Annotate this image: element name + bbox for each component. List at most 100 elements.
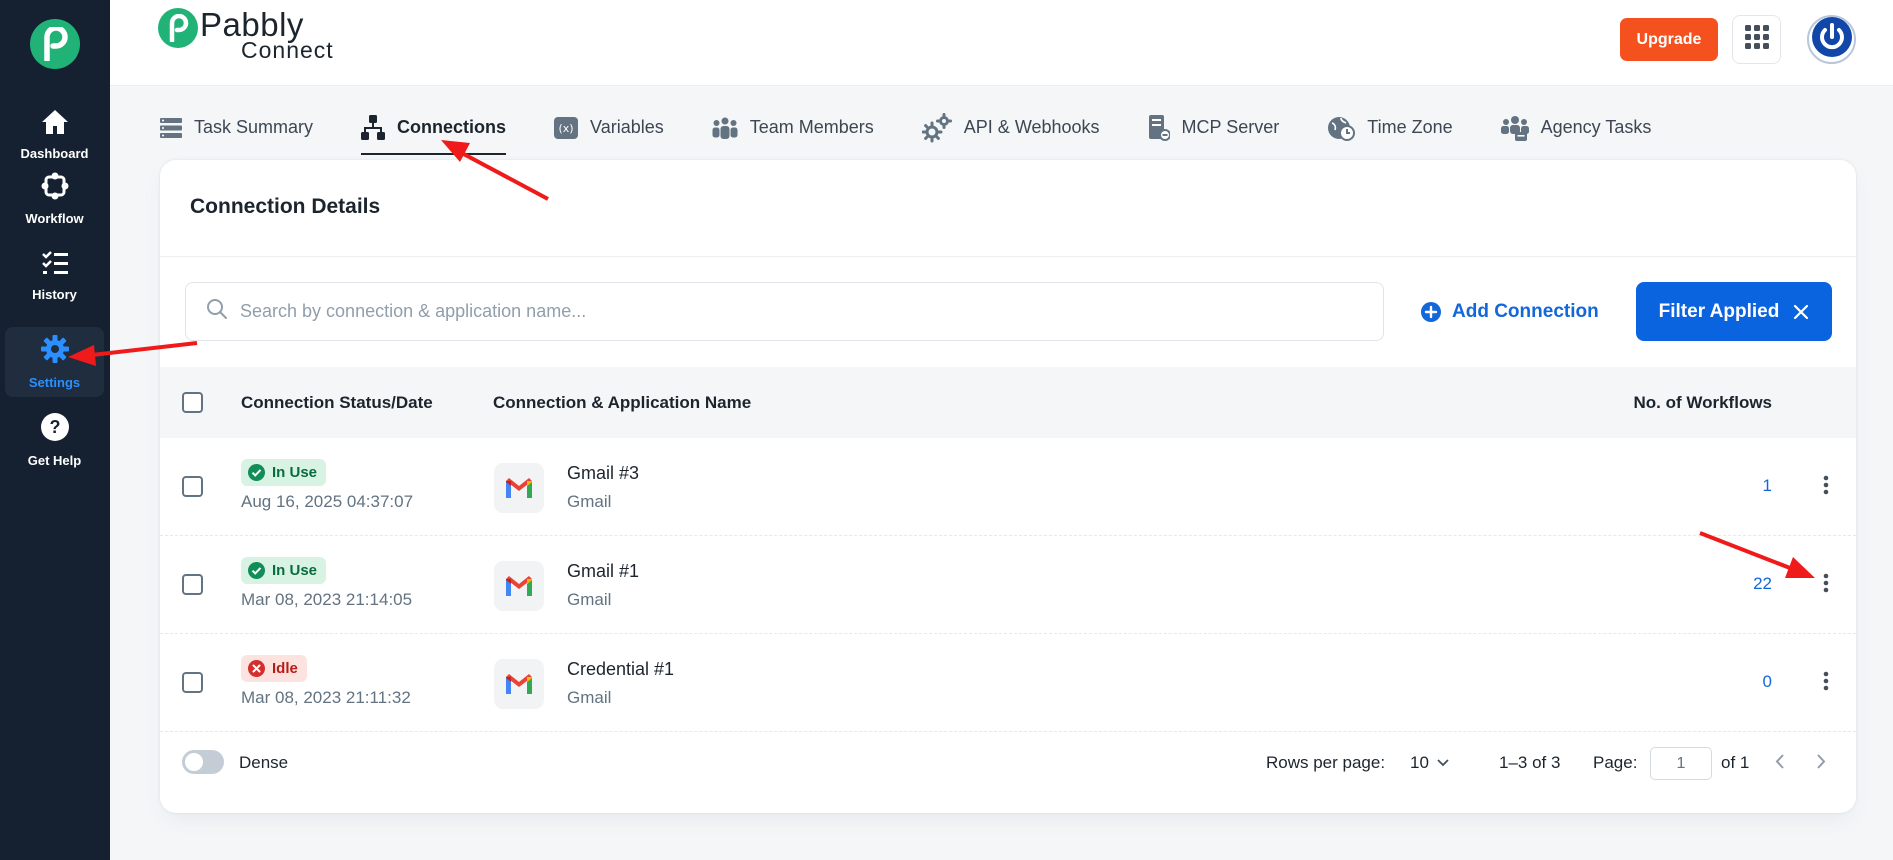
close-icon[interactable] [1793,304,1809,320]
tab-task-summary[interactable]: Task Summary [160,100,313,155]
tab-label: API & Webhooks [963,117,1100,137]
history-icon [41,250,69,281]
help-icon: ? [40,412,70,447]
sidebar-item-label: History [32,287,77,302]
divider [160,256,1856,257]
filter-applied-button[interactable]: Filter Applied [1636,282,1832,341]
card-title: Connection Details [190,195,381,218]
status-badge: Idle [241,655,307,682]
svg-text:?: ? [49,417,60,437]
settings-tabs: Task Summary Connections (x) Variables T… [160,100,1699,155]
agency-icon [1500,115,1529,141]
check-circle-icon [248,464,265,481]
search-box[interactable] [185,282,1384,341]
mcp-server-icon [1148,114,1170,141]
tab-label: Variables [590,117,664,137]
add-connection-label: Add Connection [1452,300,1599,322]
search-icon [206,298,228,325]
plus-circle-icon [1420,301,1442,323]
application-name: Gmail [567,590,612,609]
column-header-name: Connection & Application Name [493,392,752,412]
logo-mark-icon [158,8,198,48]
rows-per-page-label: Rows per page: [1266,753,1386,772]
task-summary-icon [160,117,182,139]
row-menu-button[interactable] [1812,570,1840,600]
tab-api-webhooks[interactable]: API & Webhooks [921,100,1100,155]
tab-team-members[interactable]: Team Members [712,100,874,155]
gmail-icon [494,463,544,513]
sidebar-item-dashboard[interactable]: Dashboard [5,100,104,170]
upgrade-button[interactable]: Upgrade [1620,18,1718,61]
team-icon [712,117,738,139]
logo-text-connect: Connect [241,37,334,63]
workflow-count-link[interactable]: 1 [1763,476,1772,496]
tab-agency-tasks[interactable]: Agency Tasks [1500,100,1652,155]
power-logo-icon [1811,17,1852,62]
add-connection-button[interactable]: Add Connection [1420,282,1599,341]
workflow-count-link[interactable]: 0 [1763,672,1772,692]
connection-name: Gmail #1 [567,561,640,581]
tab-label: MCP Server [1181,117,1280,137]
rows-per-page-value: 10 [1410,753,1429,772]
application-name: Gmail [567,688,612,707]
sidebar-item-label: Dashboard [20,146,89,161]
connection-date: Mar 08, 2023 21:11:32 [241,688,411,707]
sidebar-item-get-help[interactable]: ? Get Help [5,405,104,475]
connection-name: Credential #1 [567,659,675,679]
previous-page-button[interactable] [1766,751,1792,777]
tab-label: Task Summary [194,117,314,137]
connection-date: Aug 16, 2025 04:37:07 [241,492,414,511]
dense-label: Dense [239,753,289,772]
tab-label: Connections [397,117,507,137]
avatar[interactable] [1807,15,1856,64]
row-checkbox[interactable] [182,672,203,693]
table-header: Connection Status/Date Connection & Appl… [160,367,1856,438]
status-badge: In Use [241,557,327,584]
rows-per-page-select[interactable]: 10 [1410,753,1449,773]
dense-toggle[interactable] [182,750,224,774]
connection-date: Mar 08, 2023 21:14:05 [241,590,413,609]
tab-label: Agency Tasks [1540,117,1652,137]
connections-icon [361,114,386,141]
pabbly-connect-logo[interactable]: Pabbly Connect [158,8,334,62]
page-number-input[interactable] [1650,747,1712,780]
sidebar-item-settings[interactable]: Settings [5,327,104,397]
tab-connections[interactable]: Connections [361,100,507,155]
table-row[interactable]: Idle Mar 08, 2023 21:11:32 Credential #1… [160,634,1856,732]
more-vertical-icon [1823,573,1829,598]
check-circle-icon [248,562,265,579]
tab-mcp-server[interactable]: MCP Server [1148,100,1280,155]
application-name: Gmail [567,492,612,511]
chevron-right-icon [1816,754,1826,774]
status-text: In Use [272,464,318,481]
sidebar-item-label: Get Help [27,453,82,468]
tab-variables[interactable]: (x) Variables [554,100,664,155]
apps-grid-button[interactable] [1732,15,1781,64]
table-row[interactable]: In Use Mar 08, 2023 21:14:05 Gmail #1 Gm… [160,536,1856,634]
pabbly-logo[interactable] [30,19,80,69]
select-all-checkbox[interactable] [182,392,203,413]
row-checkbox[interactable] [182,476,203,497]
tab-time-zone[interactable]: Time Zone [1327,100,1453,155]
table-row[interactable]: In Use Aug 16, 2025 04:37:07 Gmail #3 Gm… [160,438,1856,536]
sidebar-item-workflow[interactable]: Workflow [5,164,104,234]
workflow-icon [41,172,69,205]
svg-text:(x): (x) [559,122,574,135]
top-bar: Pabbly Connect Upgrade [110,0,1893,86]
filter-label: Filter Applied [1658,300,1780,322]
apps-grid-icon [1744,25,1769,54]
row-menu-button[interactable] [1812,668,1840,698]
connection-details-card: Connection Details Add Connection Filter… [160,160,1856,813]
workflow-count-link[interactable]: 22 [1753,574,1772,594]
search-input[interactable] [240,301,1340,322]
tab-label: Team Members [749,117,874,137]
sidebar-item-history[interactable]: History [5,241,104,311]
row-checkbox[interactable] [182,574,203,595]
chevron-down-icon [1437,759,1449,767]
column-header-workflows: No. of Workflows [1633,392,1772,412]
row-menu-button[interactable] [1812,472,1840,502]
sidebar: Dashboard Workflow History Settings ? Ge… [0,0,110,860]
next-page-button[interactable] [1808,751,1834,777]
more-vertical-icon [1823,475,1829,500]
gmail-icon [494,561,544,611]
